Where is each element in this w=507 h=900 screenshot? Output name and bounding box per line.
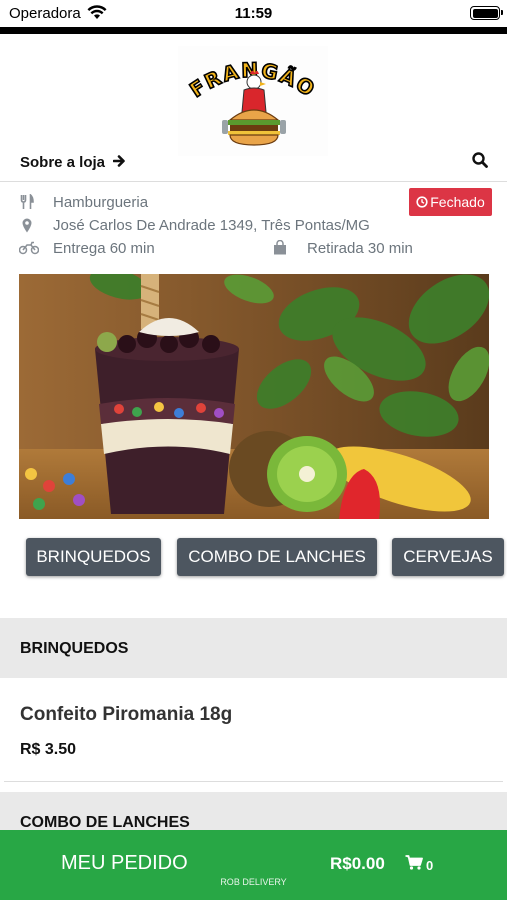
shopping-bag-icon [274, 240, 286, 255]
header-divider [0, 181, 507, 182]
clock: 11:59 [234, 5, 273, 22]
battery-icon [470, 6, 503, 20]
delivery-time: Entrega 60 min [53, 240, 155, 257]
status-bar: Operadora 11:59 [0, 0, 507, 27]
my-order-bar[interactable]: MEU PEDIDO R$0.00 0 ROB DELIVERY [0, 830, 507, 900]
motorcycle-icon [19, 241, 39, 255]
store-banner-image [19, 274, 489, 519]
store-address: José Carlos De Andrade 1349, Três Pontas… [53, 217, 370, 234]
store-status-label: Fechado [430, 194, 485, 210]
category-tab-cervejas[interactable]: CERVEJAS [392, 538, 504, 576]
category-tab-brinquedos[interactable]: BRINQUEDOS [26, 538, 161, 576]
product-name[interactable]: Confeito Piromania 18g [20, 704, 232, 726]
brand-footer: ROB DELIVERY [220, 877, 287, 887]
store-category: Hamburgueria [53, 194, 149, 211]
shopping-cart-icon [405, 855, 423, 870]
cart-count: 0 [426, 858, 434, 873]
arrow-right-icon [113, 155, 126, 167]
about-store-label: Sobre a loja [20, 154, 106, 171]
about-store-link[interactable]: Sobre a loja [20, 154, 126, 171]
search-icon[interactable] [472, 152, 488, 168]
clock-icon [416, 196, 428, 208]
store-logo: FRANGÃO [178, 46, 328, 156]
fork-knife-icon [20, 194, 34, 209]
product-price: R$ 3.50 [20, 741, 77, 758]
product-divider [4, 781, 503, 782]
top-band [0, 27, 507, 34]
category-tab-combo-de-lanches[interactable]: COMBO DE LANCHES [177, 538, 377, 576]
section-header: BRINQUEDOS [0, 618, 507, 678]
pickup-time: Retirada 30 min [307, 240, 413, 257]
my-order-label: MEU PEDIDO [61, 852, 188, 874]
order-total: R$0.00 [330, 854, 385, 873]
store-status-badge: Fechado [409, 188, 492, 216]
location-pin-icon [22, 218, 32, 233]
section-title: BRINQUEDOS [20, 640, 129, 657]
section-header: COMBO DE LANCHES [0, 792, 507, 832]
